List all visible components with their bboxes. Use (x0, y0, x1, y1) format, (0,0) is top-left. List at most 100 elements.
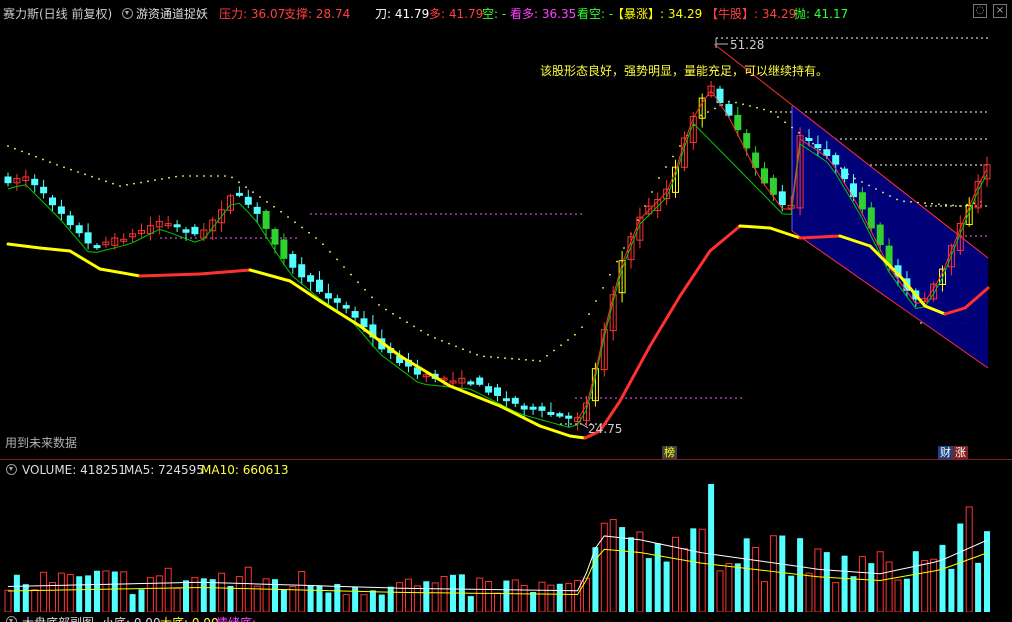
volume-bar (743, 538, 750, 612)
volume-bar (921, 559, 929, 612)
band-dot (63, 166, 65, 169)
band-dot (539, 360, 541, 362)
sell-value: 抛: 41.17 (794, 7, 849, 21)
volume-bar (360, 594, 368, 612)
future-data-label: 用到未来数据 (5, 436, 78, 450)
trend-segment (798, 234, 842, 240)
dropdown-icon[interactable] (6, 464, 17, 475)
band-dot (427, 333, 429, 336)
band-dot (140, 181, 142, 184)
volume-bar (342, 594, 350, 612)
volume-bar (200, 578, 207, 612)
volume-bar (680, 548, 688, 612)
volume-bar (4, 589, 12, 612)
band-dot (602, 286, 604, 289)
band-dot (434, 337, 436, 339)
band-dot (931, 202, 933, 205)
band-dot (385, 308, 387, 311)
band-dot (742, 103, 744, 106)
pressure-value: 压力: 36.07 (219, 7, 286, 21)
trend-segment (6, 242, 42, 250)
band-dot (441, 339, 443, 342)
list-badge[interactable]: 榜 (662, 446, 677, 460)
volume-bar (530, 591, 537, 612)
trend-segment (398, 354, 452, 388)
rise-badge[interactable]: 涨 (953, 446, 968, 460)
volume-bar (672, 536, 679, 612)
small-bottom-value: 小底: 0.00 (102, 614, 161, 622)
trend-segment (38, 246, 72, 253)
band-dot (588, 313, 590, 316)
candle-body (565, 415, 573, 419)
volume-bar (22, 584, 29, 612)
band-dot (35, 155, 37, 158)
trend-segment (138, 272, 202, 278)
close-icon[interactable]: × (993, 4, 1007, 18)
volume-bar (316, 585, 323, 612)
band-dot (518, 358, 520, 361)
volume-bar (76, 576, 83, 612)
surge-value: 【暴涨】: 34.29 (612, 7, 703, 21)
band-dot (623, 247, 625, 249)
band-dot (238, 181, 240, 184)
volume-bar (289, 586, 297, 612)
band-dot (812, 142, 814, 145)
candle-body (823, 149, 831, 156)
band-dot (189, 175, 191, 177)
volume-bar (111, 571, 118, 612)
volume-bar (939, 544, 946, 612)
band-dot (217, 175, 219, 177)
dropdown-icon[interactable] (122, 8, 133, 19)
volume-bar (378, 594, 385, 612)
volume-bar (734, 563, 741, 612)
volume-bar (511, 579, 519, 612)
band-dot (938, 203, 940, 206)
band-dot (399, 317, 401, 319)
volume-bar (485, 580, 493, 612)
candle-body (333, 298, 341, 303)
candle-body (485, 386, 493, 393)
volume-bar (912, 551, 919, 612)
kline-chart[interactable] (0, 26, 1012, 460)
volume-bar (654, 543, 661, 612)
volume-bar (253, 585, 261, 612)
advice-note: 该股形态良好，强势明显，量能充足，可以继续持有。 (540, 64, 829, 78)
band-dot (105, 180, 107, 183)
volume-bar (146, 577, 154, 612)
band-dot (476, 353, 478, 356)
candle-body (244, 196, 252, 205)
candle-body (734, 114, 742, 131)
candle-body (271, 229, 279, 245)
trend-segment (618, 344, 652, 403)
volume-bar (708, 484, 715, 612)
volume-bar (868, 563, 875, 612)
candle-body (307, 275, 315, 282)
trend-segment (538, 424, 572, 438)
volume-bar (885, 561, 893, 612)
volume-bar (628, 537, 634, 612)
candle-body (173, 224, 181, 228)
volume-bar (235, 576, 243, 612)
finance-badge[interactable]: 财 (938, 446, 953, 460)
candle-body (538, 406, 546, 411)
band-dot (343, 266, 345, 268)
minimize-icon[interactable]: ◌ (973, 4, 987, 18)
volume-chart[interactable] (0, 478, 1012, 612)
stock-title[interactable]: 赛力斯(日线 前复权) (3, 5, 112, 22)
indicator-name[interactable]: 游资通道捉妖 (136, 5, 208, 22)
band-dot (210, 175, 212, 177)
dropdown-icon[interactable] (6, 616, 17, 622)
band-dot (21, 150, 23, 153)
trend-segment (568, 434, 587, 440)
band-dot (791, 126, 793, 129)
candle-body (66, 215, 74, 226)
band-dot (749, 105, 751, 107)
candle-body (182, 229, 190, 233)
band-dot (182, 175, 184, 177)
volume-bar (690, 528, 697, 612)
band-dot (175, 175, 177, 178)
band-dot (84, 173, 86, 176)
volume-bar (155, 575, 163, 612)
band-dot (497, 356, 499, 359)
volume-bar (164, 567, 172, 612)
